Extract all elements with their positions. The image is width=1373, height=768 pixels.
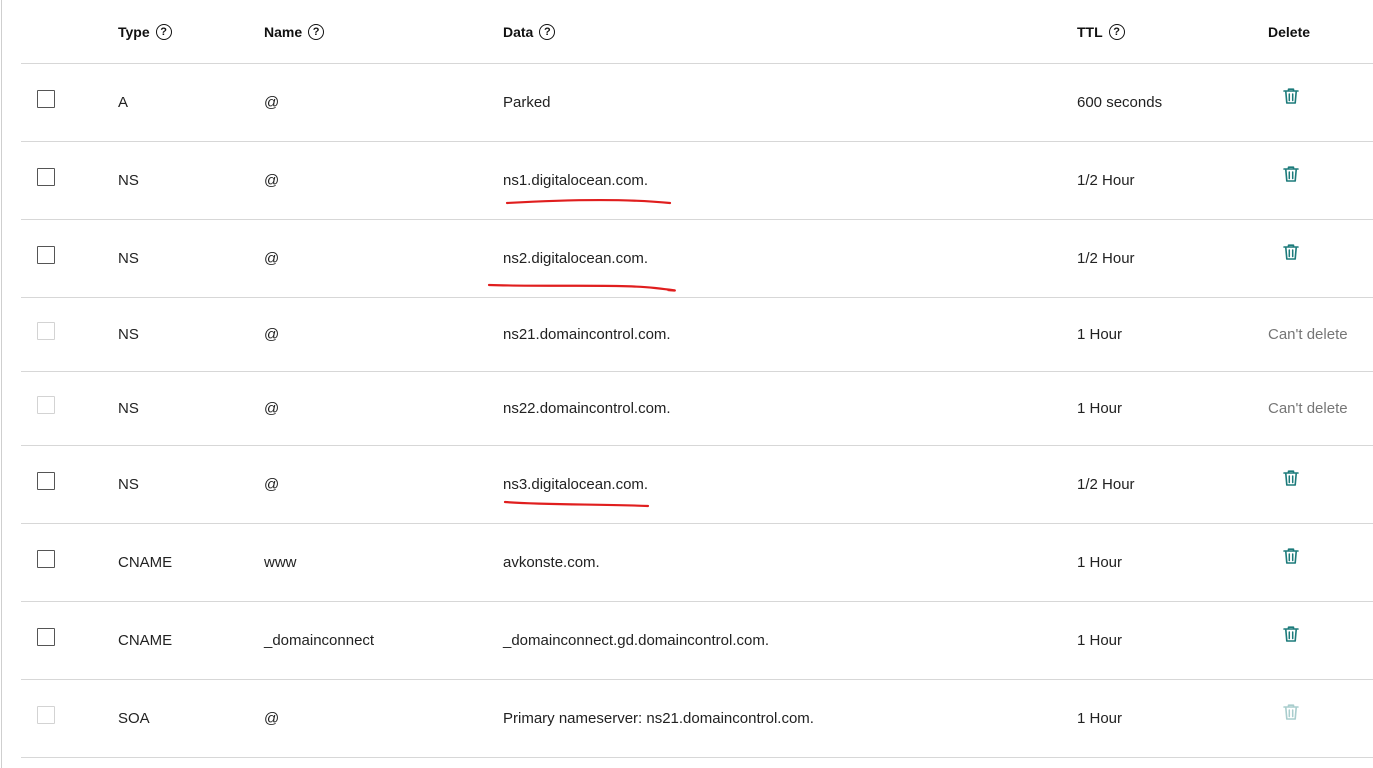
column-header-ttl-label: TTL [1077,24,1103,40]
record-data: Parked [503,94,551,111]
trash-icon[interactable] [1282,243,1300,261]
column-header-name: Name ? [264,24,325,40]
record-type: CNAME [118,554,173,571]
record-ttl: 1/2 Hour [1077,250,1135,267]
table-row: CNAME www avkonste.com. 1 Hour [21,524,1373,602]
type-help-icon[interactable]: ? [155,24,172,40]
trash-icon[interactable] [1282,625,1300,643]
record-name: @ [264,400,280,417]
name-help-icon[interactable]: ? [308,24,325,40]
row-select-checkbox[interactable] [37,246,55,264]
dns-records-page: Type ? Name ? Data ? TTL ? Delete A @ Park… [0,0,1373,768]
table-row: NS @ ns2.digitalocean.com. 1/2 Hour [21,220,1373,298]
row-select-checkbox[interactable] [37,550,55,568]
row-select-checkbox [37,322,55,340]
ttl-help-icon[interactable]: ? [1108,24,1125,40]
row-select-checkbox[interactable] [37,168,55,186]
trash-icon[interactable] [1282,87,1300,105]
record-ttl: 1 Hour [1077,632,1123,649]
record-ttl: 1 Hour [1077,326,1123,343]
record-data: Primary nameserver: ns21.domaincontrol.c… [503,710,814,727]
record-name: _domainconnect [264,632,375,649]
column-header-delete-label: Delete [1268,24,1311,40]
column-header-data: Data ? [503,24,556,40]
record-name: @ [264,94,280,111]
record-name: @ [264,172,280,189]
record-name: @ [264,476,280,493]
record-ttl: 600 seconds [1077,94,1163,111]
record-data: avkonste.com. [503,554,600,571]
column-header-data-label: Data [503,24,534,40]
record-type: SOA [118,710,150,727]
table-row: A @ Parked 600 seconds [21,64,1373,142]
trash-icon[interactable] [1282,547,1300,565]
record-ttl: 1/2 Hour [1077,172,1135,189]
table-row: CNAME _domainconnect _domainconnect.gd.dom… [21,602,1373,680]
record-data: _domainconnect.gd.domaincontrol.com. [503,632,769,649]
trash-icon[interactable] [1282,165,1300,183]
column-header-type-label: Type [118,24,150,40]
record-type: NS [118,172,139,189]
record-ttl: 1 Hour [1077,710,1123,727]
record-data: ns1.digitalocean.com. [503,172,649,189]
table-row: NS @ ns1.digitalocean.com. 1/2 Hour [21,142,1373,220]
record-ttl: 1/2 Hour [1077,476,1135,493]
record-name: @ [264,710,280,727]
column-header-name-label: Name [264,24,303,40]
row-select-checkbox [37,396,55,414]
table-row: SOA @ Primary nameserver: ns21.domaincontr… [21,680,1373,758]
record-type: CNAME [118,632,173,649]
row-select-checkbox[interactable] [37,628,55,646]
record-ttl: 1 Hour [1077,554,1123,571]
record-ttl: 1 Hour [1077,400,1123,417]
record-name: @ [264,326,280,343]
table-row: NS @ ns3.digitalocean.com. 1/2 Hour [21,446,1373,524]
column-header-type: Type ? [118,24,172,40]
record-type: NS [118,326,139,343]
record-type: NS [118,476,139,493]
row-select-checkbox[interactable] [37,90,55,108]
record-name: @ [264,250,280,267]
trash-icon-disabled [1282,703,1300,721]
table-header: Type ? Name ? Data ? TTL ? Delete [21,0,1373,64]
column-header-ttl: TTL ? [1077,24,1125,40]
row-select-checkbox[interactable] [37,472,55,490]
left-border [1,0,2,768]
trash-icon[interactable] [1282,469,1300,487]
record-type: NS [118,250,139,267]
record-name: www [264,554,297,571]
cant-delete-text: Can't delete [1268,400,1348,417]
table-body: A @ Parked 600 seconds NS @ ns1.digitalocean.c… [21,64,1373,758]
table-row: NS @ ns21.domaincontrol.com. 1 Hour Can't de… [21,298,1373,372]
record-data: ns21.domaincontrol.com. [503,326,671,343]
record-data: ns3.digitalocean.com. [503,476,649,493]
record-data: ns2.digitalocean.com. [503,250,649,267]
record-type: A [118,94,129,111]
column-header-delete: Delete [1268,24,1310,40]
dns-records-table: Type ? Name ? Data ? TTL ? Delete A @ Park… [21,0,1373,758]
row-select-checkbox [37,706,55,724]
record-data: ns22.domaincontrol.com. [503,400,671,417]
record-type: NS [118,400,139,417]
data-help-icon[interactable]: ? [539,24,556,40]
cant-delete-text: Can't delete [1268,326,1348,343]
table-row: NS @ ns22.domaincontrol.com. 1 Hour Can't de… [21,372,1373,446]
